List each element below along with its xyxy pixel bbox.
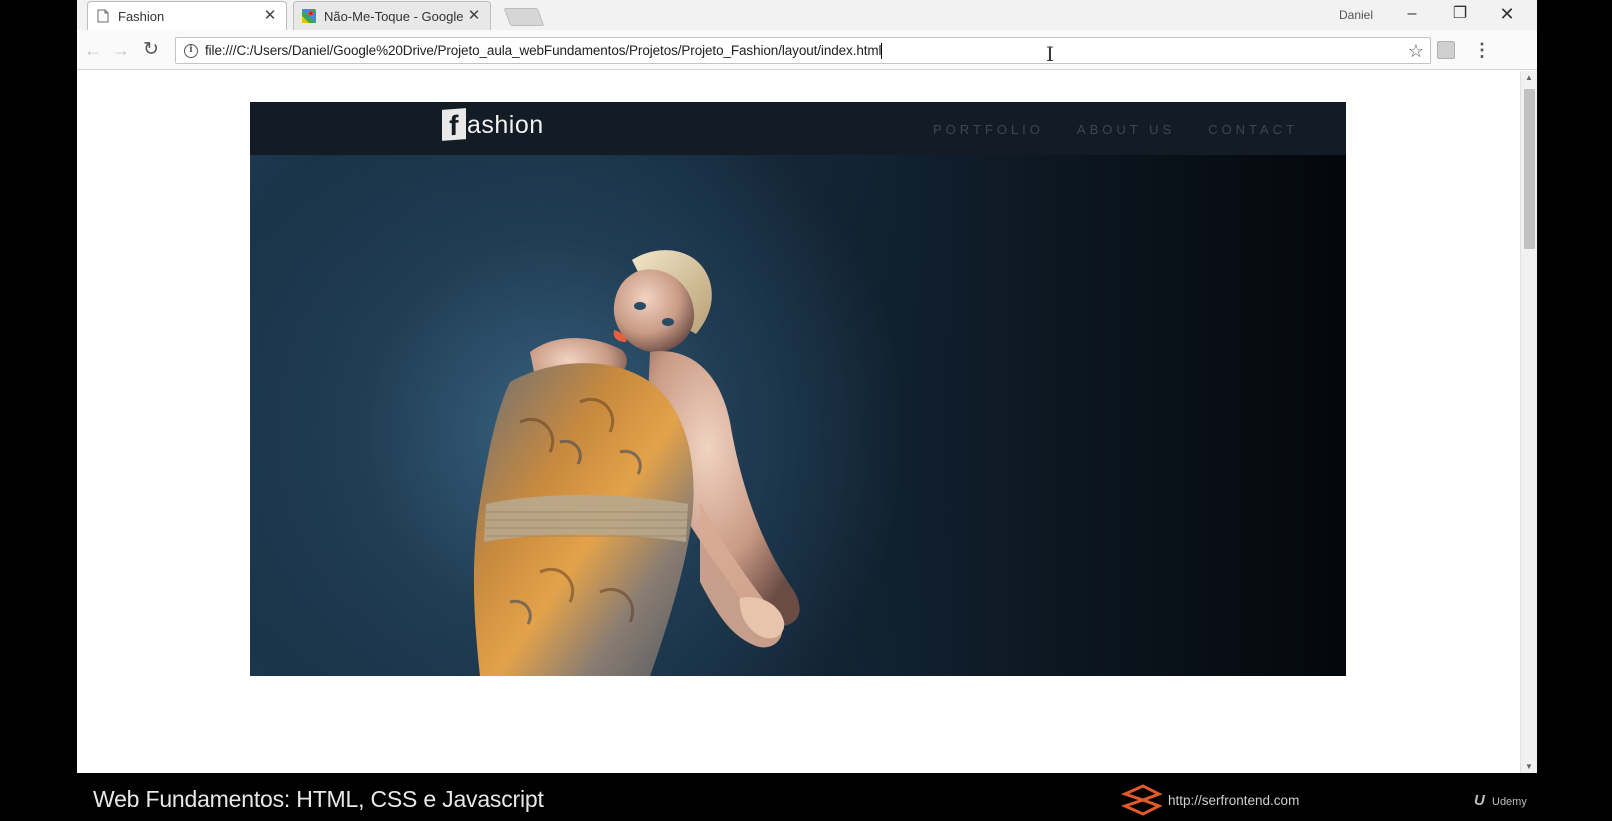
extension-icon[interactable] [1437, 41, 1455, 59]
udemy-logo-icon: U [1474, 792, 1485, 809]
course-title: Web Fundamentos: HTML, CSS e Javascript [93, 786, 544, 812]
menu-item-portfolio[interactable]: PORTFOLIO [933, 122, 1044, 137]
address-bar[interactable]: i file:///C:/Users/Daniel/Google%20Drive… [175, 37, 1431, 64]
vertical-scrollbar[interactable]: ▲ ▼ [1520, 71, 1537, 773]
fashion-logo[interactable]: f ashion [442, 108, 544, 141]
menu-dots-icon[interactable]: ⋮ [1473, 38, 1491, 62]
site-navbar: f ashion PORTFOLIO ABOUT US CONTACT [250, 102, 1346, 155]
restore-button[interactable]: ❐ [1440, 2, 1480, 26]
close-window-button[interactable]: ✕ [1487, 2, 1527, 26]
text-caret [881, 42, 883, 59]
close-tab-icon[interactable]: ✕ [262, 8, 278, 24]
tab-strip: Fashion ✕ Não-Me-Toque - Google ✕ Daniel… [77, 0, 1537, 30]
scroll-down-arrow-icon[interactable]: ▼ [1525, 762, 1533, 771]
menu-item-contact[interactable]: CONTACT [1208, 122, 1298, 137]
info-icon[interactable]: i [184, 43, 198, 58]
tab-title: Não-Me-Toque - Google [324, 8, 464, 24]
logo-text: ashion [467, 111, 544, 139]
back-arrow-icon[interactable]: ← [82, 39, 104, 61]
tab-google-maps[interactable]: Não-Me-Toque - Google ✕ [293, 1, 491, 30]
page-icon [96, 8, 110, 24]
scroll-up-arrow-icon[interactable]: ▲ [1525, 73, 1533, 82]
close-tab-icon[interactable]: ✕ [466, 8, 482, 24]
model-photo [473, 250, 800, 676]
scrollbar-thumb[interactable] [1524, 89, 1535, 249]
reload-icon[interactable]: ↻ [140, 39, 162, 61]
maps-icon [302, 8, 316, 24]
serfrontend-logo-icon [1120, 784, 1163, 816]
fashion-site: f ashion PORTFOLIO ABOUT US CONTACT [250, 102, 1346, 676]
browser-window: Fashion ✕ Não-Me-Toque - Google ✕ Daniel… [77, 0, 1537, 773]
logo-mark: f [442, 108, 466, 141]
new-tab-button[interactable] [503, 8, 545, 26]
tab-fashion[interactable]: Fashion ✕ [87, 1, 287, 30]
page-viewport: f ashion PORTFOLIO ABOUT US CONTACT [77, 71, 1520, 773]
serfrontend-url: http://serfrontend.com [1168, 793, 1300, 808]
url-input[interactable]: file:///C:/Users/Daniel/Google%20Drive/P… [205, 43, 882, 58]
profile-name[interactable]: Daniel [1339, 8, 1373, 22]
hero-image [250, 102, 1346, 676]
browser-toolbar: ← → ↻ i file:///C:/Users/Daniel/Google%2… [77, 30, 1537, 70]
minimize-button[interactable]: – [1392, 2, 1432, 26]
tab-title: Fashion [118, 8, 165, 24]
forward-arrow-icon[interactable]: → [110, 39, 132, 61]
udemy-label: Udemy [1492, 796, 1527, 808]
screen: Fashion ✕ Não-Me-Toque - Google ✕ Daniel… [0, 0, 1612, 820]
site-menu: PORTFOLIO ABOUT US CONTACT [933, 122, 1298, 137]
menu-item-about-us[interactable]: ABOUT US [1077, 122, 1175, 137]
bookmark-star-icon[interactable]: ☆ [1408, 41, 1424, 62]
text-cursor-icon: I [1046, 42, 1054, 66]
